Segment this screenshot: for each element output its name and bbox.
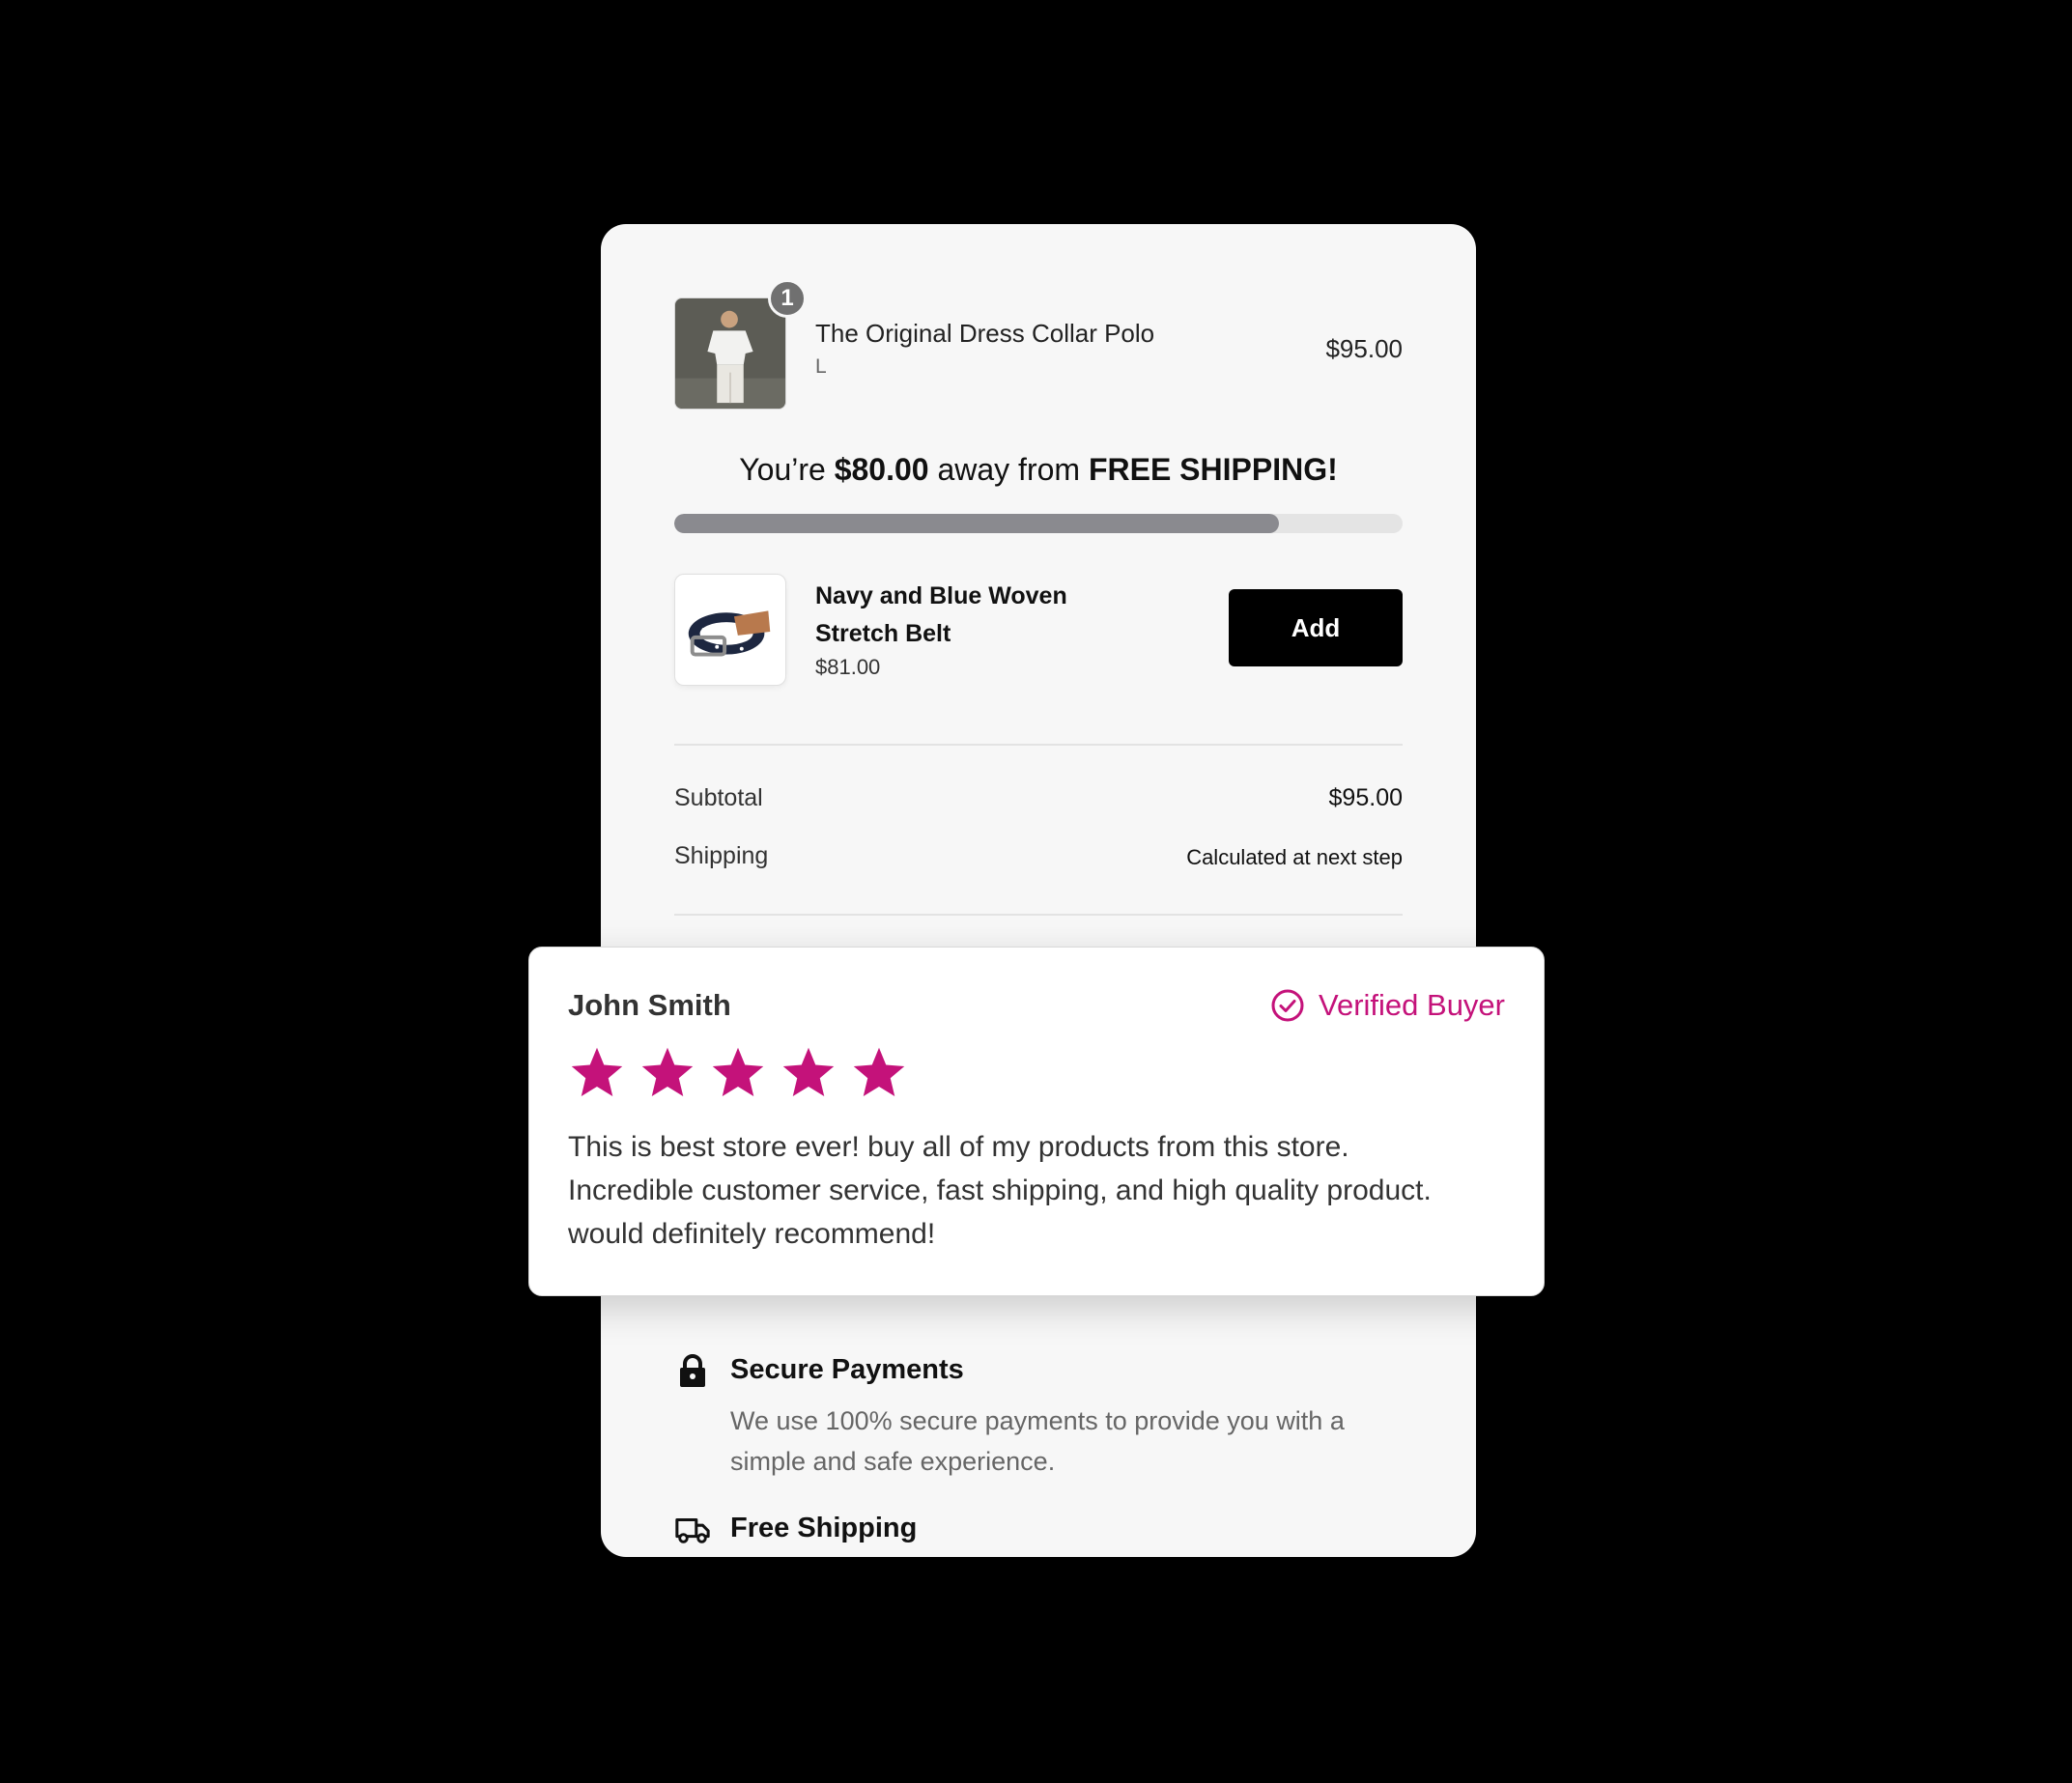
divider <box>674 914 1403 916</box>
add-button[interactable]: Add <box>1229 589 1403 666</box>
free-shipping-message: You’re $80.00 away from FREE SHIPPING! <box>601 452 1476 488</box>
lock-icon <box>680 1354 705 1387</box>
page: 1 The Original Dress Collar Polo L $95.0… <box>0 0 2072 1783</box>
cart-drawer: 1 The Original Dress Collar Polo L $95.0… <box>601 224 1476 1557</box>
shipping-value: Calculated at next step <box>1186 845 1403 869</box>
progress-fill <box>674 514 1279 533</box>
star-icon <box>853 1047 905 1096</box>
product-variant: L <box>815 355 827 378</box>
product-name: The Original Dress Collar Polo <box>815 319 1155 348</box>
star-icon <box>782 1047 835 1096</box>
star-icon <box>641 1047 694 1096</box>
quantity-badge: 1 <box>768 279 807 318</box>
feature-title: Secure Payments <box>730 1354 964 1385</box>
product-thumbnail-belt[interactable] <box>674 574 786 686</box>
star-icon <box>712 1047 764 1096</box>
divider <box>674 744 1403 746</box>
subtotal-row: Subtotal $95.00 <box>674 784 1403 819</box>
polo-image <box>675 298 785 409</box>
subtotal-label: Subtotal <box>674 784 763 811</box>
truck-icon <box>675 1517 710 1543</box>
upsell-item: Navy and Blue Woven Stretch Belt $81.00 … <box>674 574 1403 686</box>
product-thumbnail-polo[interactable]: 1 <box>674 279 807 410</box>
verified-buyer-label: Verified Buyer <box>1319 988 1505 1022</box>
shipping-prefix: You’re <box>739 452 826 487</box>
reviewer-name: John Smith <box>568 988 731 1022</box>
shipping-row: Shipping Calculated at next step <box>674 842 1403 877</box>
shipping-label: Shipping <box>674 842 769 869</box>
upsell-product-price: $81.00 <box>815 655 881 679</box>
feature-title: Free Shipping <box>730 1513 918 1543</box>
product-price: $95.00 <box>1325 334 1403 363</box>
shipping-middle: away from <box>937 452 1081 487</box>
upsell-product-name: Navy and Blue Woven Stretch Belt <box>815 582 1067 647</box>
star-rating <box>568 1044 921 1106</box>
review-card: John Smith Verified Buyer This is best s… <box>528 947 1545 1296</box>
shipping-goal: FREE SHIPPING! <box>1088 452 1338 487</box>
cart-line-item: 1 The Original Dress Collar Polo L $95.0… <box>674 279 1403 410</box>
shipping-amount: $80.00 <box>834 452 929 487</box>
free-shipping-progress-bar <box>674 514 1403 533</box>
subtotal-value: $95.00 <box>1328 784 1403 811</box>
belt-image <box>688 610 771 657</box>
feature-description: We use 100% secure payments to provide y… <box>730 1406 1345 1476</box>
review-text: This is best store ever! buy all of my p… <box>568 1131 1432 1250</box>
star-icon <box>571 1047 623 1096</box>
check-circle-icon <box>1271 989 1304 1022</box>
verified-buyer-badge: Verified Buyer <box>1270 986 1505 1025</box>
